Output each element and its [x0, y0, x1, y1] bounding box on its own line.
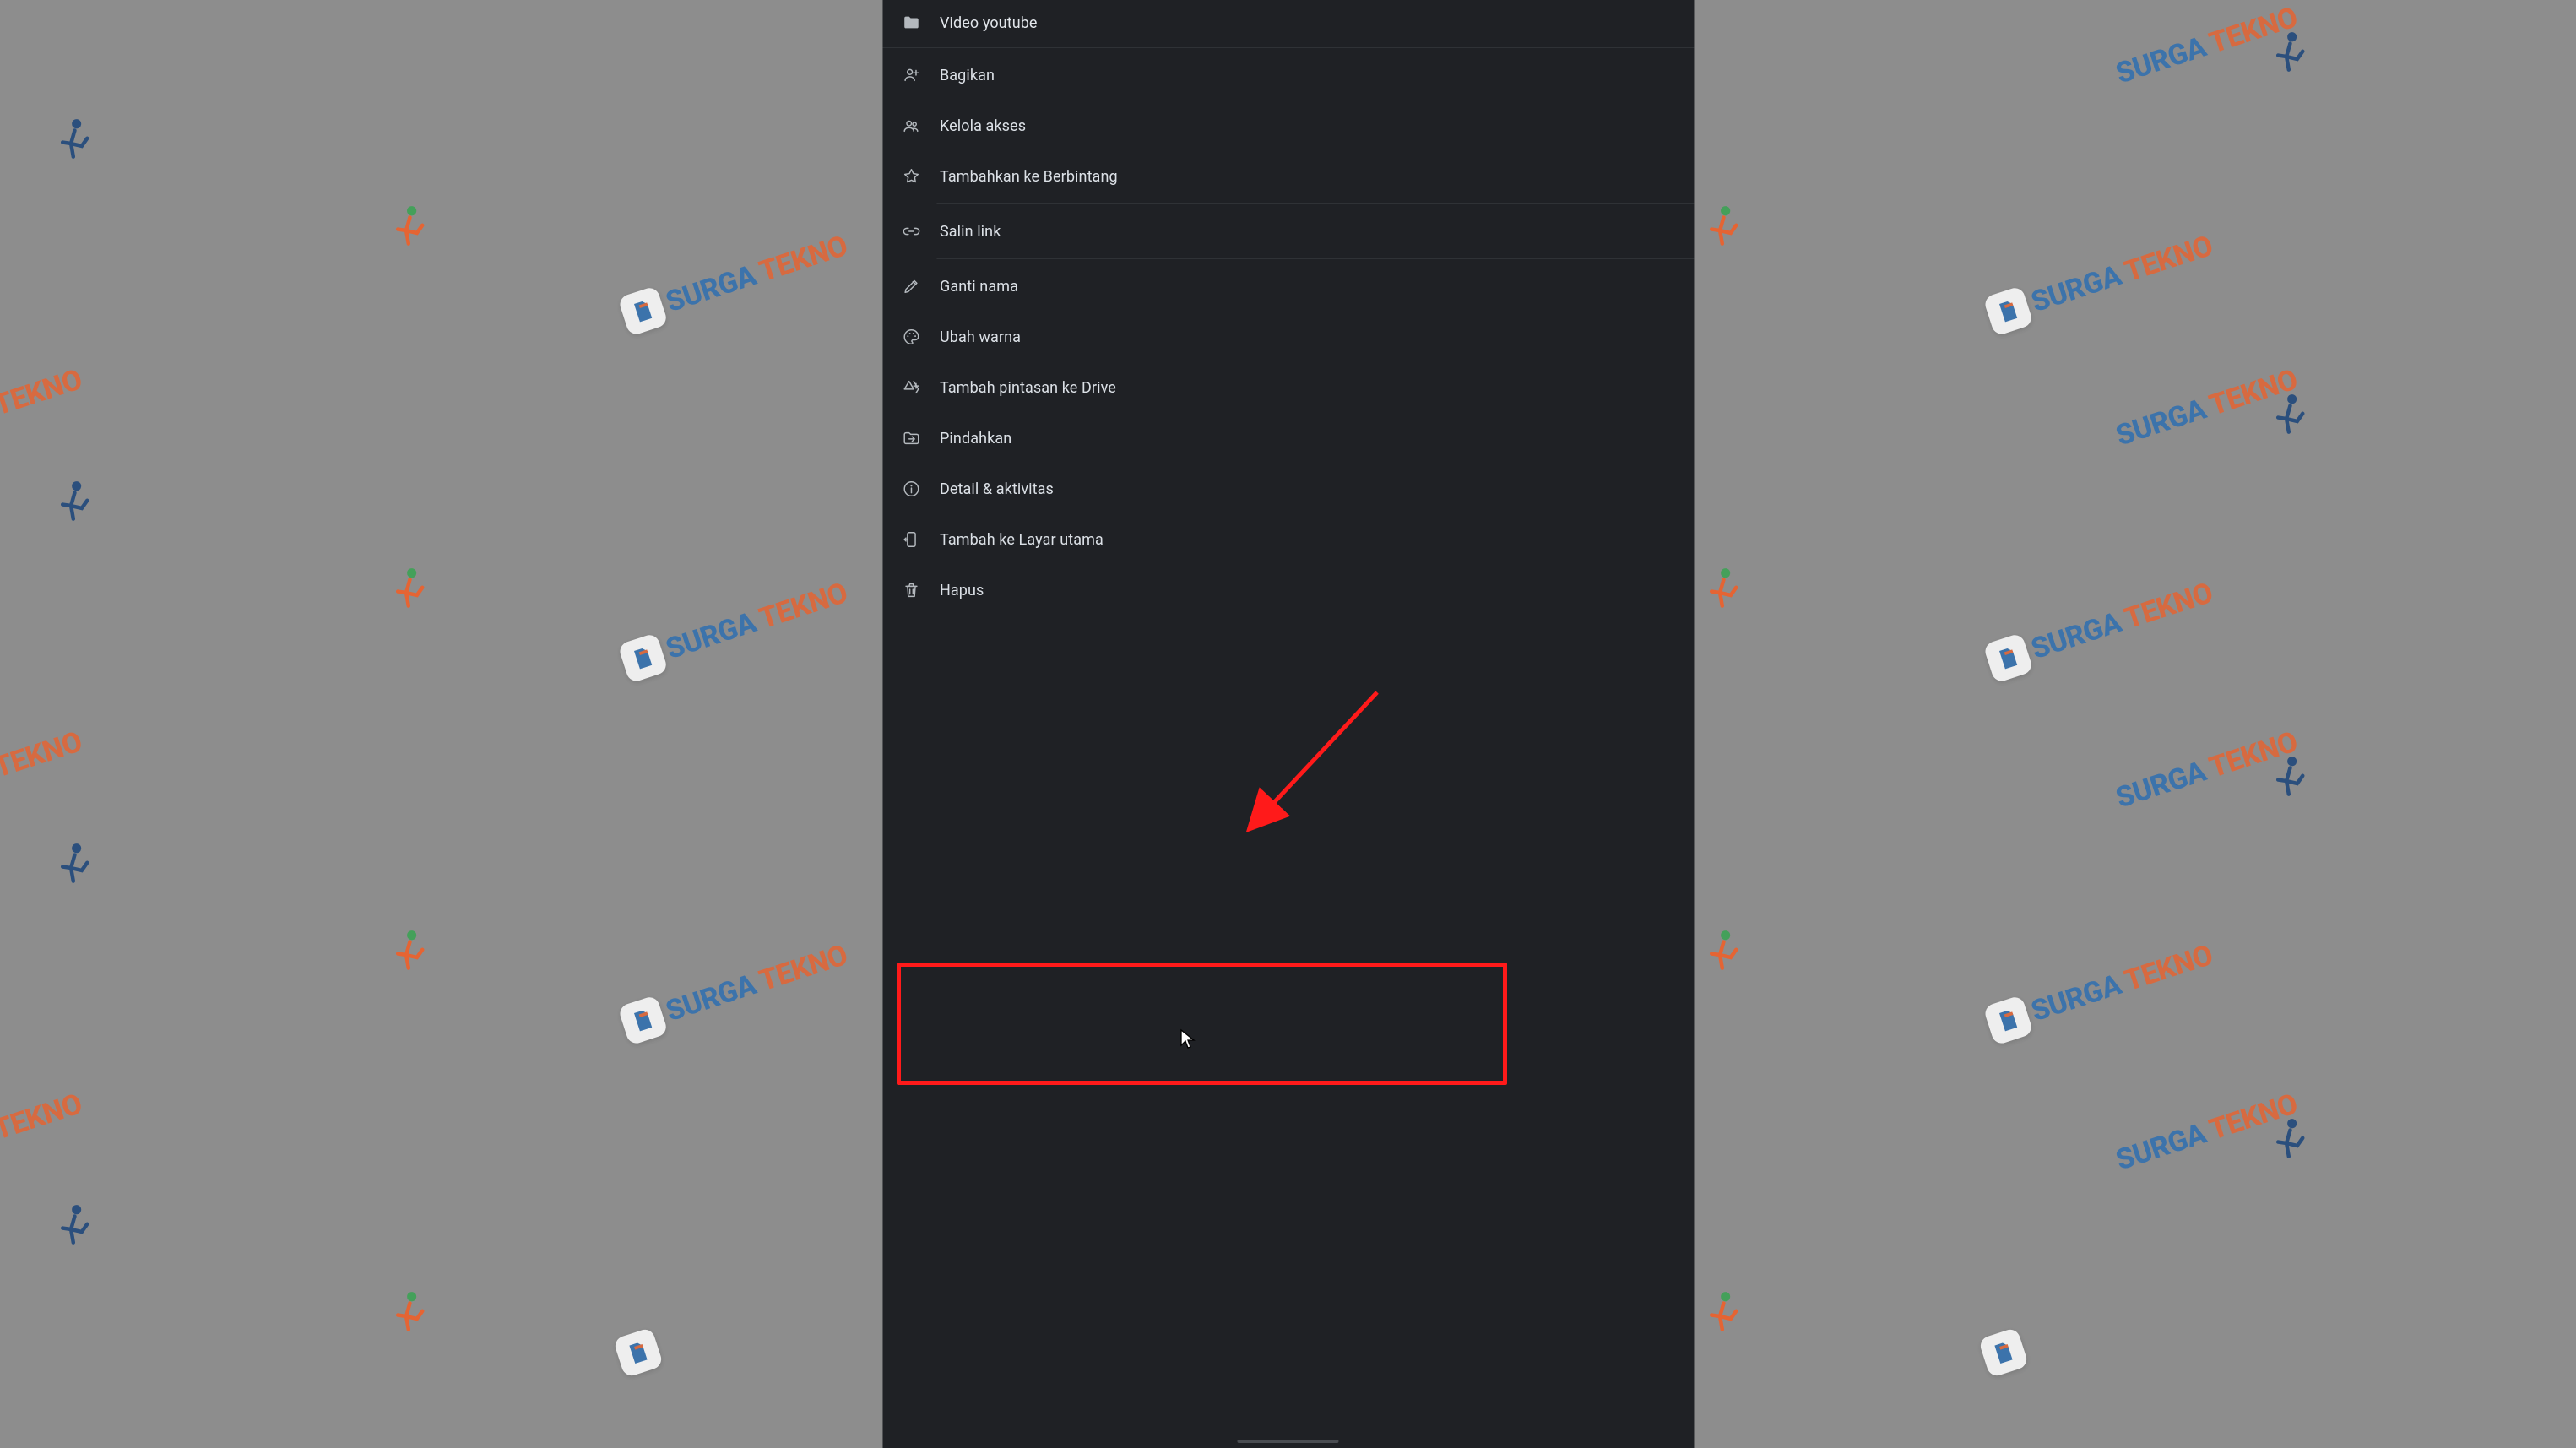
menu-item-label: Hapus [940, 582, 984, 599]
menu-item-label: Pindahkan [940, 430, 1011, 447]
menu-item-label: Ganti nama [940, 278, 1018, 296]
menu-item-label: Detail & aktivitas [940, 480, 1054, 498]
menu-item-label: Tambah pintasan ke Drive [940, 379, 1116, 397]
menu-item-move[interactable]: Pindahkan [882, 413, 1694, 464]
menu-item-change-color[interactable]: Ubah warna [882, 312, 1694, 362]
drive-shortcut-icon [901, 377, 921, 398]
menu-item-label: Ubah warna [940, 328, 1021, 346]
menu-item-label: Kelola akses [940, 117, 1026, 135]
context-menu-panel: Video youtube Bagikan Kelola akses Tamba… [882, 0, 1694, 1448]
menu-item-label: Bagikan [940, 67, 995, 84]
trash-icon [901, 580, 921, 600]
folder-icon [901, 13, 921, 33]
link-icon [901, 221, 921, 241]
menu-item-share[interactable]: Bagikan [882, 50, 1694, 100]
palette-icon [901, 327, 921, 347]
menu-item-label: Tambahkan ke Berbintang [940, 168, 1118, 186]
divider [936, 203, 1694, 204]
divider [936, 258, 1694, 259]
menu-item-rename[interactable]: Ganti nama [882, 261, 1694, 312]
menu-item-remove[interactable]: Hapus [882, 565, 1694, 616]
add-to-home-icon [901, 529, 921, 550]
menu-item-add-starred[interactable]: Tambahkan ke Berbintang [882, 151, 1694, 202]
menu-item-label: Tambah ke Layar utama [940, 531, 1104, 549]
pencil-icon [901, 276, 921, 296]
menu-item-details[interactable]: Detail & aktivitas [882, 464, 1694, 514]
info-icon [901, 479, 921, 499]
screenshot-stage: SURGA TEKNO SURGA TEKNO SURGA TEKNO SURG… [0, 0, 2576, 1448]
menu-item-add-shortcut[interactable]: Tambah pintasan ke Drive [882, 362, 1694, 413]
menu-item-label: Salin link [940, 223, 1001, 241]
folder-move-icon [901, 428, 921, 448]
menu-item-manage-access[interactable]: Kelola akses [882, 100, 1694, 151]
bottom-gesture-bar [1238, 1440, 1339, 1443]
person-add-icon [901, 65, 921, 85]
divider [882, 47, 1694, 48]
menu-header-label: Video youtube [940, 14, 1038, 32]
menu-item-add-homescreen[interactable]: Tambah ke Layar utama [882, 514, 1694, 565]
menu-item-copy-link[interactable]: Salin link [882, 206, 1694, 257]
people-icon [901, 116, 921, 136]
star-icon [901, 166, 921, 187]
menu-header: Video youtube [882, 0, 1694, 46]
